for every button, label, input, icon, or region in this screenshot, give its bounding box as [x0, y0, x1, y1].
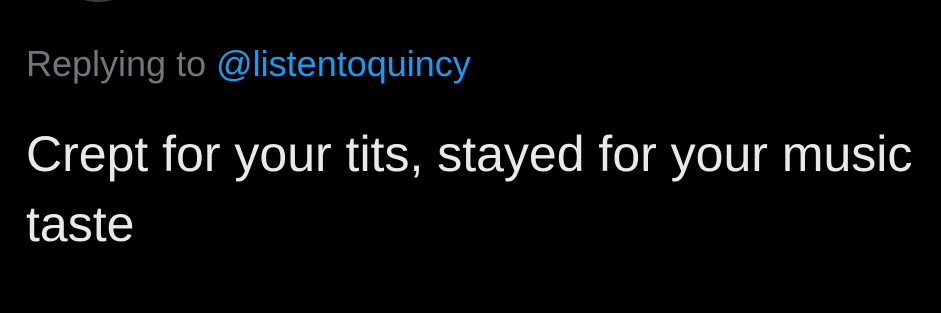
avatar[interactable] [48, 0, 148, 2]
reply-handle-link[interactable]: @listentoquincy [216, 43, 471, 84]
replying-to-label: Replying to [26, 43, 207, 84]
tweet-text: Crept for your tits, stayed for your mus… [26, 126, 913, 252]
replying-to-line: Replying to @listentoquincy [26, 42, 471, 86]
